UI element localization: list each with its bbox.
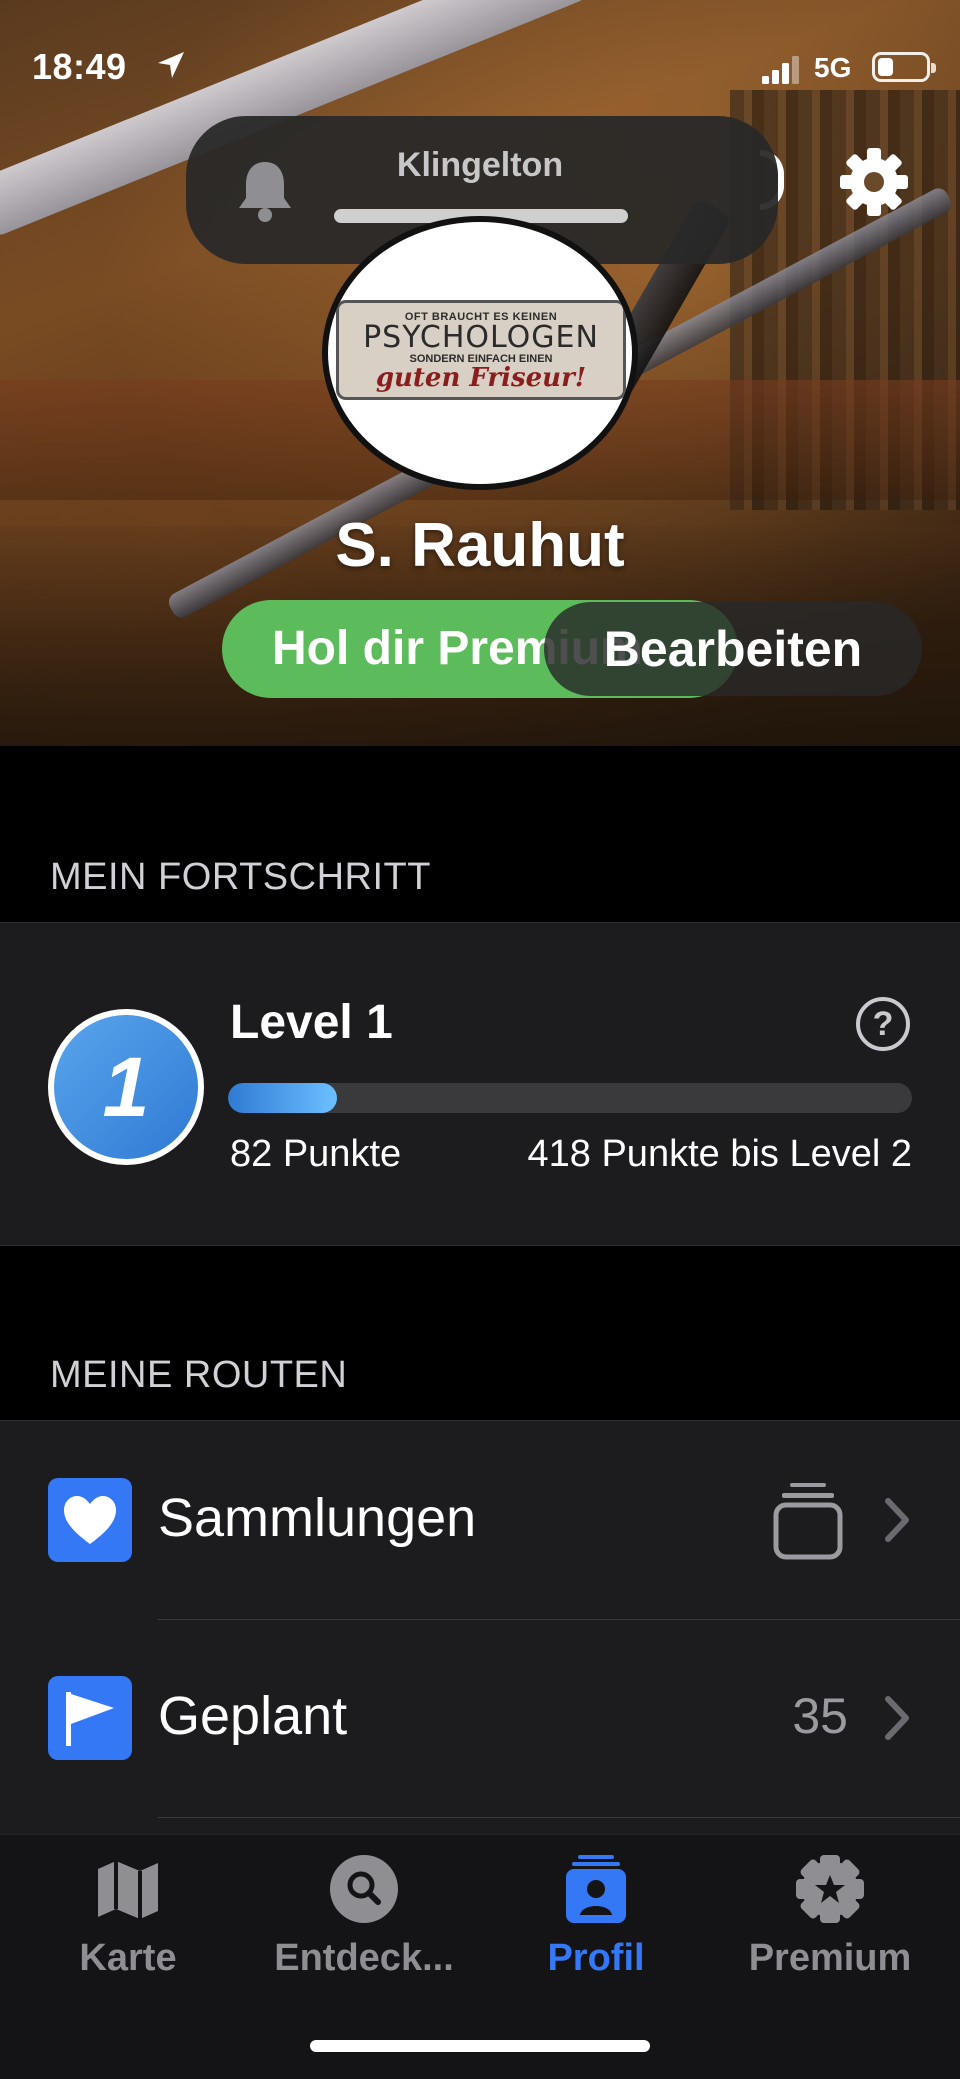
points-label: 82 Punkte bbox=[230, 1133, 402, 1175]
profile-avatar[interactable]: OFT BRAUCHT ES KEINEN PSYCHOLOGEN SONDER… bbox=[322, 216, 638, 490]
profile-icon bbox=[566, 1855, 626, 1923]
level-number: 1 bbox=[54, 1015, 198, 1159]
edit-profile-button[interactable]: Bearbeiten bbox=[544, 602, 922, 696]
tab-premium[interactable]: Premium bbox=[710, 1853, 950, 2003]
list-item-geplant[interactable]: Geplant 35 bbox=[0, 1619, 960, 1817]
home-indicator bbox=[310, 2040, 650, 2052]
profile-username: S. Rauhut bbox=[335, 511, 625, 580]
battery-icon bbox=[872, 52, 936, 82]
list-item-label: Sammlungen bbox=[158, 1488, 477, 1548]
level-title: Level 1 bbox=[230, 996, 393, 1049]
heart-icon bbox=[48, 1478, 132, 1562]
tab-entdecken[interactable]: Entdeck... bbox=[244, 1853, 484, 2003]
tab-profil[interactable]: Profil bbox=[476, 1853, 716, 2003]
ringer-label: Klingelton bbox=[396, 146, 564, 184]
status-time: 18:49 bbox=[32, 46, 127, 87]
routes-card: Sammlungen Geplant 35 bbox=[0, 1420, 960, 1840]
chevron-right-icon bbox=[885, 1696, 909, 1740]
section-title-progress: MEIN FORTSCHRITT bbox=[50, 856, 431, 898]
bell-icon bbox=[239, 162, 291, 222]
progress-card[interactable]: 1 Level 1 ? 82 Punkte 418 Punkte bis Lev… bbox=[0, 922, 960, 1246]
level-progress-fill bbox=[228, 1083, 338, 1113]
section-title-routes: MEINE ROUTEN bbox=[50, 1354, 348, 1396]
star-badge-icon bbox=[796, 1855, 864, 1923]
level-progress-bar bbox=[228, 1083, 912, 1113]
settings-gear-icon[interactable] bbox=[836, 144, 912, 220]
tab-karte[interactable]: Karte bbox=[8, 1853, 248, 2003]
list-item-sammlungen[interactable]: Sammlungen bbox=[0, 1421, 960, 1619]
collection-stack-icon bbox=[773, 1483, 843, 1560]
level-badge: 1 bbox=[48, 1009, 204, 1165]
chevron-right-icon bbox=[885, 1498, 909, 1542]
list-item-label: Geplant bbox=[158, 1686, 348, 1746]
network-type: 5G bbox=[814, 52, 852, 83]
flag-icon bbox=[48, 1676, 132, 1760]
help-icon[interactable]: ? bbox=[856, 997, 910, 1051]
points-remaining-label: 418 Punkte bis Level 2 bbox=[527, 1133, 913, 1175]
list-divider bbox=[158, 1817, 960, 1818]
avatar-sign-image: OFT BRAUCHT ES KEINEN PSYCHOLOGEN SONDER… bbox=[336, 300, 626, 400]
map-icon bbox=[98, 1861, 158, 1919]
cellular-signal-icon bbox=[762, 56, 799, 84]
location-arrow-icon bbox=[158, 52, 184, 78]
search-icon bbox=[330, 1855, 398, 1923]
list-item-count: 35 bbox=[792, 1688, 848, 1744]
